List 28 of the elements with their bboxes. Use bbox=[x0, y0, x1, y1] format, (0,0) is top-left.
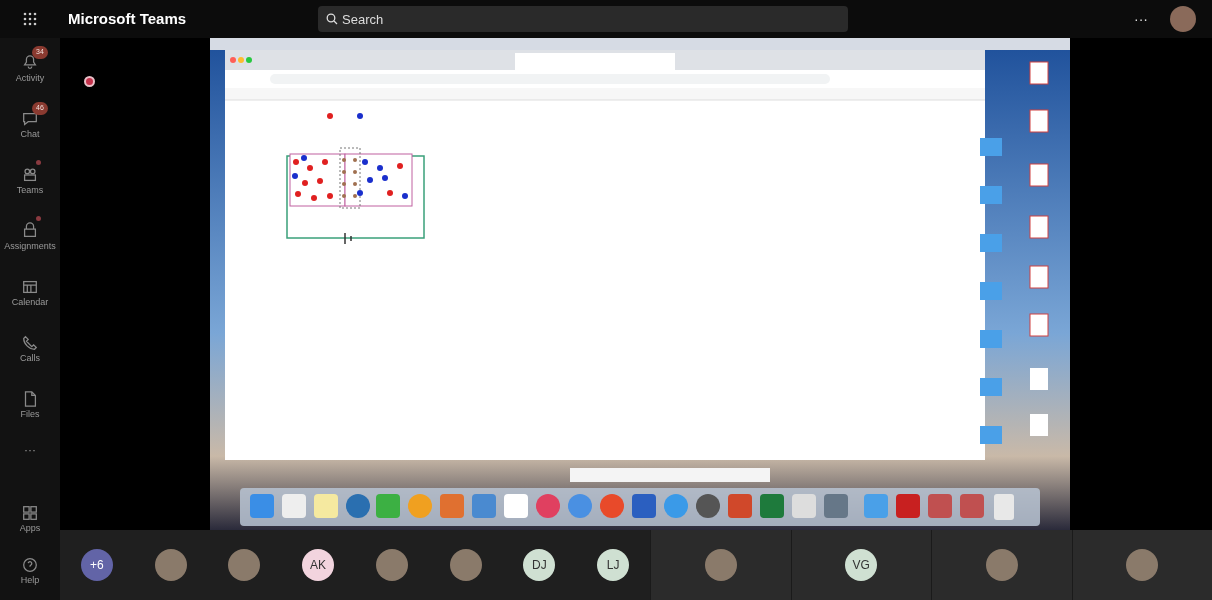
profile-avatar[interactable] bbox=[1170, 6, 1196, 32]
phone-icon bbox=[21, 334, 39, 353]
participant-avatar bbox=[375, 549, 408, 581]
apps-icon bbox=[21, 504, 39, 523]
participant-avatar bbox=[228, 549, 261, 581]
app-bar-button[interactable]: Apps bbox=[0, 496, 60, 544]
app-bar-button[interactable]: Files bbox=[0, 382, 60, 430]
more-options-button[interactable]: ··· bbox=[1128, 7, 1154, 31]
participant-initials: LJ bbox=[597, 549, 630, 581]
search-field[interactable]: Search bbox=[318, 6, 848, 32]
participant-avatar bbox=[704, 549, 737, 581]
participant-avatar bbox=[985, 549, 1018, 581]
app-bar-button[interactable]: Calls bbox=[0, 326, 60, 374]
participant-avatar bbox=[1126, 549, 1159, 581]
participant-avatar bbox=[154, 549, 187, 581]
participant-avatar bbox=[449, 549, 482, 581]
app-bar-button[interactable]: Assignments bbox=[0, 214, 60, 262]
app-bar-button[interactable]: Teams bbox=[0, 158, 60, 206]
help-icon bbox=[21, 556, 39, 575]
participant-initials: AK bbox=[302, 549, 335, 581]
app-bar-button[interactable]: Calendar bbox=[0, 270, 60, 318]
app-title: Microsoft Teams bbox=[68, 9, 187, 27]
participant-initials: DJ bbox=[523, 549, 556, 581]
more-apps-button[interactable]: ··· bbox=[0, 438, 60, 462]
app-launcher-icon[interactable] bbox=[23, 12, 37, 26]
app-bar-button[interactable]: Help bbox=[0, 548, 60, 596]
participant-initials: VG bbox=[845, 549, 878, 581]
more-participants-count[interactable]: +6 bbox=[80, 549, 113, 581]
